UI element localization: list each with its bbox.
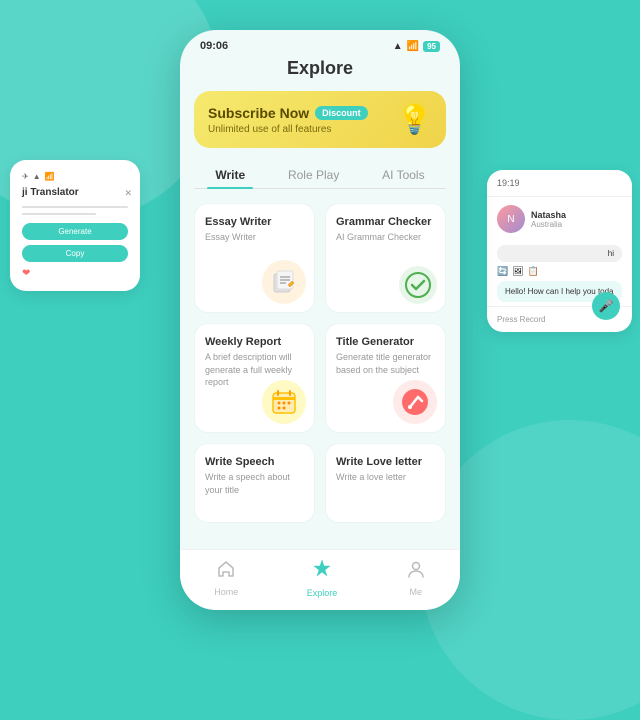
chat-card: 19:19 N Natasha Australia hi 🔄🖼📋 Hello! … bbox=[487, 170, 632, 332]
speech-desc: Write a speech about your title bbox=[205, 471, 304, 496]
signal-icon: 📶 bbox=[407, 41, 419, 52]
nav-home-label: Home bbox=[214, 587, 238, 597]
explore-icon bbox=[311, 558, 333, 585]
titlegenerator-icon bbox=[393, 380, 437, 424]
nav-explore[interactable]: Explore bbox=[307, 558, 338, 598]
user-country: Australia bbox=[531, 220, 566, 229]
heart-icon: ❤ bbox=[22, 268, 128, 279]
love-title: Write Love letter bbox=[336, 456, 435, 468]
tool-card-grammar[interactable]: Grammar Checker AI Grammar Checker bbox=[325, 203, 446, 313]
tool-card-speech[interactable]: Write Speech Write a speech about your t… bbox=[194, 443, 315, 523]
nav-me-label: Me bbox=[409, 587, 422, 597]
user-name: Natasha bbox=[531, 210, 566, 220]
titlegenerator-desc: Generate title generator based on the su… bbox=[336, 351, 435, 376]
main-phone: 09:06 ▲ 📶 95 Explore Subscribe Now Disco… bbox=[180, 30, 460, 610]
chat-time: 19:19 bbox=[497, 178, 520, 188]
speech-title: Write Speech bbox=[205, 456, 304, 468]
translator-card: ✈▲📶 ji Translator ✕ Generate Copy ❤ bbox=[10, 160, 140, 291]
home-icon bbox=[216, 559, 236, 584]
titlegenerator-title: Title Generator bbox=[336, 336, 435, 348]
tab-bar: Write Role Play AI Tools bbox=[194, 162, 446, 189]
me-icon bbox=[406, 559, 426, 584]
status-bar: 09:06 ▲ 📶 95 bbox=[180, 30, 460, 58]
status-icons: ▲ 📶 95 bbox=[393, 41, 440, 52]
grammar-icon bbox=[399, 266, 437, 304]
mic-button[interactable]: 🎤 bbox=[592, 292, 620, 320]
tool-card-report[interactable]: Weekly Report A brief description will g… bbox=[194, 323, 315, 433]
nav-me[interactable]: Me bbox=[406, 559, 426, 597]
close-icon[interactable]: ✕ bbox=[124, 188, 132, 199]
translate-icons: 🔄🖼📋 bbox=[497, 266, 622, 277]
essay-title: Essay Writer bbox=[205, 216, 304, 228]
love-desc: Write a love letter bbox=[336, 471, 435, 484]
generate-button[interactable]: Generate bbox=[22, 223, 128, 240]
user-avatar: N bbox=[497, 205, 525, 233]
report-icon bbox=[262, 380, 306, 424]
side-card-title: ji Translator bbox=[22, 187, 128, 198]
subscribe-banner[interactable]: Subscribe Now Discount Unlimited use of … bbox=[194, 91, 446, 148]
battery-badge: 95 bbox=[423, 41, 440, 52]
subscribe-title-row: Subscribe Now Discount bbox=[208, 105, 368, 121]
time-display: 09:06 bbox=[200, 40, 228, 52]
nav-explore-label: Explore bbox=[307, 588, 338, 598]
input-line-1 bbox=[22, 206, 128, 208]
tool-card-title-gen[interactable]: Title Generator Generate title generator… bbox=[325, 323, 446, 433]
wifi-icon: ▲ bbox=[393, 41, 403, 52]
page-title: Explore bbox=[194, 58, 446, 79]
bottom-nav: Home Explore Me bbox=[180, 549, 460, 610]
nav-home[interactable]: Home bbox=[214, 559, 238, 597]
input-line-2 bbox=[22, 213, 96, 215]
grammar-desc: AI Grammar Checker bbox=[336, 231, 435, 244]
tool-card-essay[interactable]: Essay Writer Essay Writer bbox=[194, 203, 315, 313]
discount-badge: Discount bbox=[315, 106, 368, 120]
tab-aitools[interactable]: AI Tools bbox=[374, 162, 432, 188]
report-title: Weekly Report bbox=[205, 336, 304, 348]
user-message: hi bbox=[497, 245, 622, 262]
tab-write[interactable]: Write bbox=[207, 162, 253, 188]
chat-header: 19:19 bbox=[487, 170, 632, 197]
grammar-title: Grammar Checker bbox=[336, 216, 435, 228]
tools-grid: Essay Writer Essay Writer Grammar Checke… bbox=[194, 203, 446, 433]
tools-grid-bottom: Write Speech Write a speech about your t… bbox=[194, 443, 446, 523]
bulb-icon: 💡 bbox=[397, 103, 432, 136]
tab-roleplay[interactable]: Role Play bbox=[280, 162, 347, 188]
chat-user-info: N Natasha Australia bbox=[487, 197, 632, 241]
phone-content: Explore Subscribe Now Discount Unlimited… bbox=[180, 58, 460, 582]
copy-button[interactable]: Copy bbox=[22, 245, 128, 262]
essay-desc: Essay Writer bbox=[205, 231, 304, 244]
side-card-status: ✈▲📶 bbox=[22, 172, 128, 181]
tool-card-love[interactable]: Write Love letter Write a love letter bbox=[325, 443, 446, 523]
subscribe-subtitle: Unlimited use of all features bbox=[208, 124, 368, 135]
subscribe-title-text: Subscribe Now bbox=[208, 105, 309, 121]
essay-icon bbox=[262, 260, 306, 304]
